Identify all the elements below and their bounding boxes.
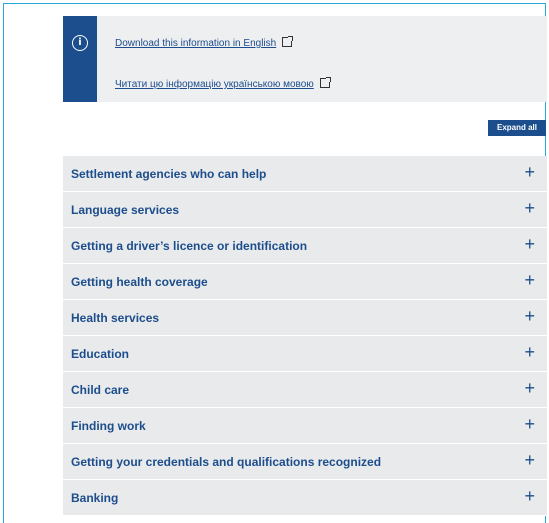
accordion-item[interactable]: Health services +	[63, 300, 547, 336]
ukrainian-info-label: Читати цю інформацію українською мовою	[115, 79, 314, 90]
external-link-icon	[319, 77, 331, 88]
accordion-item[interactable]: Banking +	[63, 480, 547, 516]
accordion-item-label: Getting health coverage	[71, 275, 208, 289]
accordion-item[interactable]: Settlement agencies who can help +	[63, 156, 547, 192]
accordion-item[interactable]: Child care +	[63, 372, 547, 408]
plus-icon[interactable]: +	[524, 343, 535, 361]
accordion-item[interactable]: Getting your credentials and qualificati…	[63, 444, 547, 480]
accordion-item[interactable]: Language services +	[63, 192, 547, 228]
accordion-item-label: Getting your credentials and qualificati…	[71, 455, 382, 469]
accordion-item[interactable]: Getting health coverage +	[63, 264, 547, 300]
accordion: Settlement agencies who can help + Languag…	[63, 156, 547, 516]
accordion-item[interactable]: Finding work +	[63, 408, 547, 444]
external-link-icon	[282, 36, 294, 47]
accordion-item-label: Finding work	[71, 419, 146, 433]
plus-icon[interactable]: +	[524, 307, 535, 325]
info-stripe: i	[63, 16, 97, 102]
plus-icon[interactable]: +	[524, 235, 535, 253]
accordion-item-label: Health services	[71, 311, 160, 325]
accordion-item[interactable]: Getting a driver’s licence or identifica…	[63, 228, 547, 264]
info-icon: i	[72, 35, 88, 51]
accordion-item[interactable]: Education +	[63, 336, 547, 372]
accordion-item-label: Banking	[71, 491, 119, 505]
accordion-item-label: Child care	[71, 383, 130, 397]
accordion-item-label: Settlement agencies who can help	[71, 167, 267, 181]
language-info-box: i Download this information in English Ч…	[63, 16, 547, 102]
download-english-label: Download this information in English	[115, 38, 277, 49]
expand-all-button[interactable]: Expand all	[488, 120, 546, 136]
plus-icon[interactable]: +	[524, 487, 535, 505]
accordion-item-label: Education	[71, 347, 130, 361]
plus-icon[interactable]: +	[524, 451, 535, 469]
ukrainian-info-link[interactable]: Читати цю інформацію українською мовою	[115, 77, 331, 90]
plus-icon[interactable]: +	[524, 199, 535, 217]
plus-icon[interactable]: +	[524, 271, 535, 289]
accordion-item-label: Getting a driver’s licence or identifica…	[71, 239, 308, 253]
plus-icon[interactable]: +	[524, 415, 535, 433]
download-english-link[interactable]: Download this information in English	[115, 36, 294, 49]
plus-icon[interactable]: +	[524, 379, 535, 397]
plus-icon[interactable]: +	[524, 163, 535, 181]
accordion-item-label: Language services	[71, 203, 180, 217]
